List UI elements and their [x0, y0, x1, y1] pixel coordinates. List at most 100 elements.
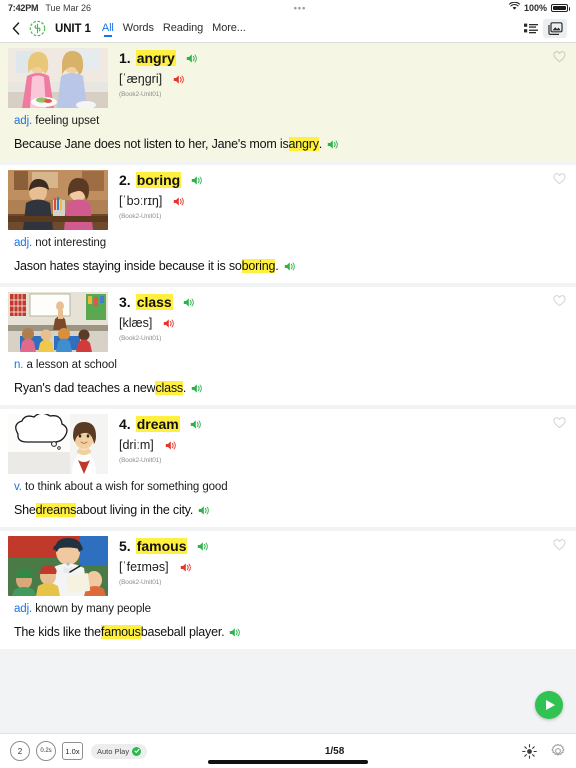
speaker-green-icon[interactable] — [327, 139, 339, 150]
speaker-green-icon[interactable] — [191, 383, 203, 394]
speaker-green-icon[interactable] — [186, 53, 198, 64]
speaker-green-icon[interactable] — [190, 419, 202, 430]
back-chevron-icon[interactable] — [9, 20, 23, 38]
word-text: famous — [135, 538, 188, 554]
meaning-text: not interesting — [35, 237, 107, 249]
phonetic-text: [klæs] — [119, 316, 153, 330]
part-of-speech: n. — [14, 359, 24, 371]
word-image — [8, 170, 108, 230]
tab-more[interactable]: More... — [212, 22, 246, 36]
word-card-header: 1. angry [ˈæŋgri] (Book2-Unit01) — [0, 43, 576, 108]
example-post: . — [318, 137, 323, 151]
word-card-header: 4. dream [driːm] (Book2-Unit01) — [0, 409, 576, 474]
word-example: The kids like the famous baseball player… — [0, 615, 576, 643]
heart-outline-icon[interactable] — [553, 172, 566, 185]
word-meaning: v. to think about a wish for something g… — [0, 474, 576, 493]
phonetic-row: [ˈbɔːrɪŋ] — [119, 194, 568, 208]
word-meaning: n. a lesson at school — [0, 352, 576, 371]
speed-stepper[interactable]: 1.0x — [62, 742, 83, 760]
example-highlight: angry — [288, 137, 319, 151]
word-text: boring — [135, 172, 182, 188]
meaning-text: a lesson at school — [26, 359, 117, 371]
play-icon — [546, 700, 555, 710]
speaker-red-icon[interactable] — [180, 562, 192, 573]
bottom-center: 1/58 — [147, 746, 522, 757]
word-card-header: 3. class [klæs] (Book2-Unit01) — [0, 287, 576, 352]
home-indicator — [208, 760, 368, 764]
speed-value: 1.0x — [65, 746, 80, 756]
status-bar-center: ••• — [91, 2, 509, 13]
phonetic-text: [ˈbɔːrɪŋ] — [119, 194, 163, 208]
brightness-icon[interactable] — [522, 743, 537, 759]
app-logo-icon[interactable] — [29, 20, 46, 37]
speaker-green-icon[interactable] — [197, 541, 209, 552]
word-card[interactable]: 2. boring [ˈbɔːrɪŋ] (Book2-Unit01) adj. … — [0, 165, 576, 283]
image-view-icon[interactable] — [543, 19, 567, 38]
tab-reading[interactable]: Reading — [163, 22, 203, 36]
word-source: (Book2-Unit01) — [119, 579, 162, 586]
speaker-red-icon[interactable] — [173, 74, 185, 85]
word-source: (Book2-Unit01) — [119, 457, 162, 464]
status-bar: 7:42PM Tue Mar 26 ••• 100% — [0, 0, 576, 15]
example-post: baseball player. — [140, 625, 225, 639]
status-more-dots: ••• — [293, 2, 307, 13]
phonetic-text: [ˈæŋgri] — [119, 72, 163, 86]
meaning-text: known by many people — [35, 603, 151, 615]
word-card[interactable]: 4. dream [driːm] (Book2-Unit01) v. to th… — [0, 409, 576, 527]
word-card[interactable]: 1. angry [ˈæŋgri] (Book2-Unit01) adj. fe… — [0, 43, 576, 161]
heart-outline-icon[interactable] — [553, 50, 566, 63]
word-card[interactable]: 3. class [klæs] (Book2-Unit01) n. a less… — [0, 287, 576, 405]
auto-play-toggle[interactable]: Auto Play — [91, 743, 148, 759]
speaker-green-icon[interactable] — [198, 505, 210, 516]
gear-icon[interactable] — [550, 743, 566, 759]
example-highlight: famous — [100, 625, 141, 639]
page-indicator: 1/58 — [324, 745, 345, 757]
repeat-count-value: 2 — [17, 746, 23, 756]
speaker-green-icon[interactable] — [284, 261, 296, 272]
speaker-green-icon[interactable] — [229, 627, 241, 638]
example-pre: She — [14, 503, 36, 517]
speaker-red-icon[interactable] — [165, 440, 177, 451]
wifi-icon — [508, 1, 521, 13]
heart-outline-icon[interactable] — [553, 538, 566, 551]
repeat-count-stepper[interactable]: 2 — [10, 741, 30, 761]
example-post: about living in the city. — [76, 503, 194, 517]
speaker-red-icon[interactable] — [173, 196, 185, 207]
battery-percent: 100% — [523, 2, 547, 13]
speaker-green-icon[interactable] — [183, 297, 195, 308]
heart-outline-icon[interactable] — [553, 294, 566, 307]
word-source: (Book2-Unit01) — [119, 213, 162, 220]
play-button[interactable] — [535, 691, 563, 719]
heart-outline-icon[interactable] — [553, 416, 566, 429]
word-list[interactable]: 1. angry [ˈæŋgri] (Book2-Unit01) adj. fe… — [0, 43, 576, 733]
status-bar-left: 7:42PM Tue Mar 26 — [8, 3, 91, 13]
word-title-row: 2. boring — [119, 172, 568, 188]
example-highlight: boring — [241, 259, 276, 273]
delay-stepper[interactable]: 0.2s — [36, 741, 56, 761]
word-info: 4. dream [driːm] (Book2-Unit01) — [119, 414, 568, 474]
check-icon — [132, 746, 142, 756]
tab-all[interactable]: All — [102, 22, 114, 37]
word-card[interactable]: 5. famous [ˈfeɪməs] (Book2-Unit01) adj. … — [0, 531, 576, 649]
word-image — [8, 414, 108, 474]
tab-words[interactable]: Words — [123, 22, 154, 36]
word-image — [8, 292, 108, 352]
nav-bar: UNIT 1 All Words Reading More... — [0, 15, 576, 43]
page-title: UNIT 1 — [55, 22, 91, 35]
example-highlight: class — [155, 381, 183, 395]
word-title-row: 4. dream — [119, 416, 568, 432]
playback-controls: 2 0.2s 1.0x Auto Play — [10, 741, 148, 761]
speaker-green-icon[interactable] — [191, 175, 203, 186]
delay-value: 0.2s — [40, 748, 52, 754]
word-text: dream — [135, 416, 180, 432]
list-view-icon[interactable] — [519, 19, 543, 38]
word-text: angry — [135, 50, 176, 66]
word-card-header: 2. boring [ˈbɔːrɪŋ] (Book2-Unit01) — [0, 165, 576, 230]
speaker-red-icon[interactable] — [163, 318, 175, 329]
word-number: 2. — [119, 172, 131, 188]
phonetic-row: [ˈfeɪməs] — [119, 560, 568, 574]
bottom-right-controls — [522, 743, 566, 759]
word-meaning: adj. feeling upset — [0, 108, 576, 127]
word-title-row: 1. angry — [119, 50, 568, 66]
meaning-text: to think about a wish for something good — [25, 481, 228, 493]
